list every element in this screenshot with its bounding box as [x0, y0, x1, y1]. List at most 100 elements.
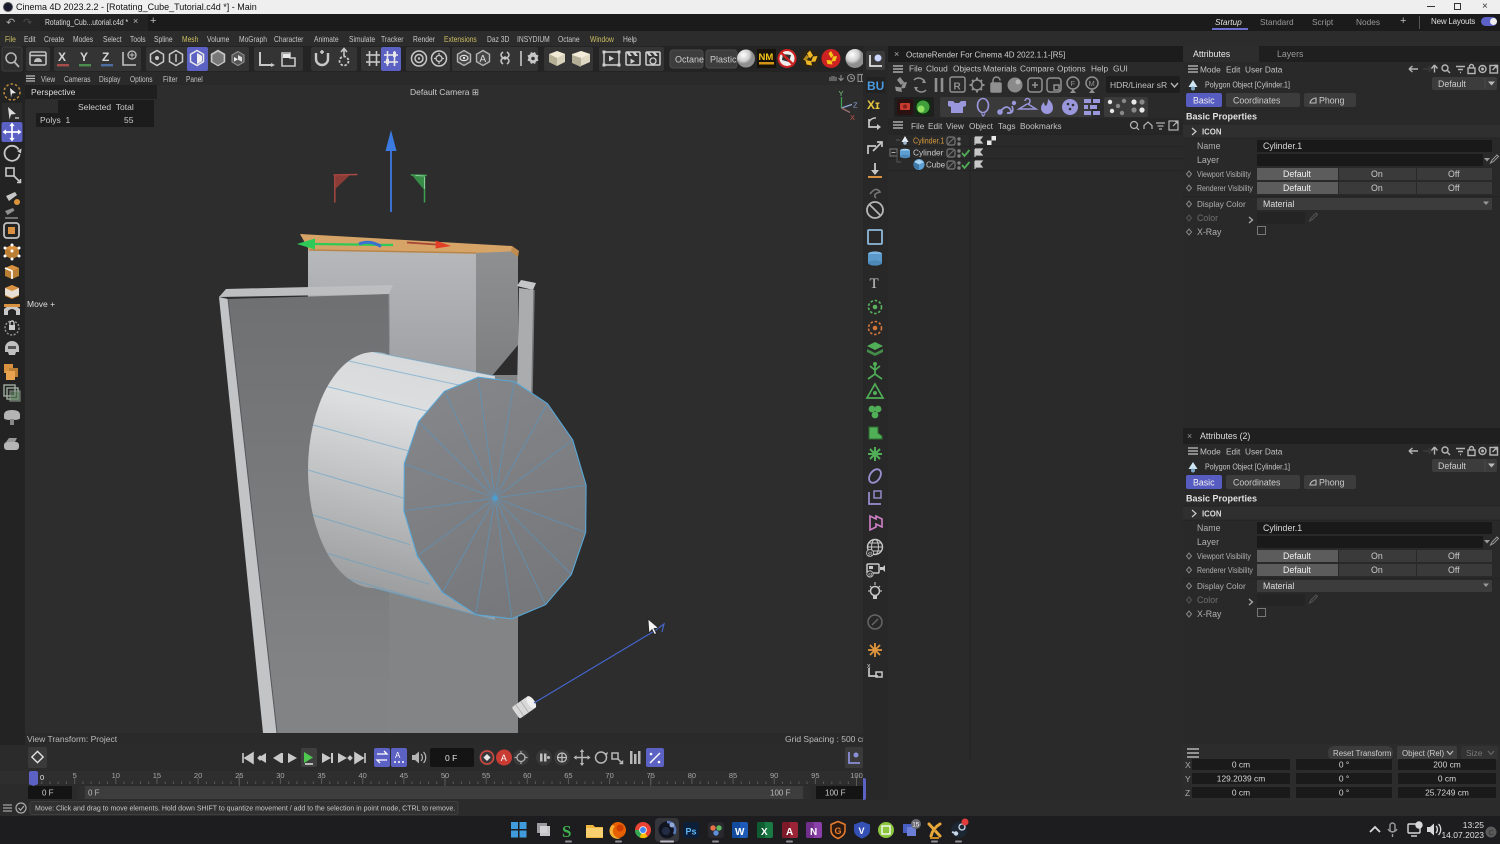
svg-text:75: 75: [647, 771, 655, 780]
svg-text:Y: Y: [1185, 774, 1191, 784]
svg-text:Reset Transform: Reset Transform: [1333, 749, 1392, 758]
svg-text:Cameras: Cameras: [64, 74, 91, 84]
svg-text:90: 90: [770, 771, 778, 780]
svg-text:x: x: [867, 663, 871, 670]
svg-text:80: 80: [688, 771, 696, 780]
svg-text:Select: Select: [103, 34, 122, 44]
svg-text:V: V: [859, 826, 865, 836]
svg-text:15: 15: [912, 822, 920, 829]
svg-text:Extensions: Extensions: [444, 34, 477, 44]
svg-text:50: 50: [441, 771, 449, 780]
svg-text:0 cm: 0 cm: [1232, 788, 1250, 798]
svg-text:GUI: GUI: [1113, 64, 1128, 74]
svg-text:A: A: [480, 54, 487, 65]
svg-text:Objects: Objects: [953, 64, 981, 74]
svg-text:Mesh: Mesh: [182, 34, 198, 44]
svg-text:100 F: 100 F: [825, 789, 846, 798]
svg-text:Off: Off: [1448, 183, 1460, 193]
svg-text:G: G: [835, 826, 842, 836]
svg-text:HDR/Linear sR: HDR/Linear sR: [1110, 80, 1167, 90]
svg-text:10: 10: [112, 771, 120, 780]
svg-text:R: R: [954, 82, 962, 93]
svg-text:Help: Help: [1091, 64, 1108, 74]
svg-text:Coordinates: Coordinates: [1233, 96, 1281, 106]
svg-text:25: 25: [235, 771, 243, 780]
svg-text:T: T: [870, 276, 879, 292]
svg-text:A: A: [501, 753, 507, 763]
svg-text:Default: Default: [1283, 169, 1311, 179]
svg-text:Compare: Compare: [1020, 64, 1055, 74]
svg-text:95: 95: [811, 771, 819, 780]
svg-text:Volume: Volume: [207, 34, 229, 44]
svg-text:0 °: 0 °: [1339, 788, 1349, 798]
svg-text:85: 85: [729, 771, 737, 780]
svg-text:Simulate: Simulate: [349, 34, 375, 44]
svg-text:Octane: Octane: [675, 55, 704, 65]
svg-text:Object (Rel): Object (Rel): [1402, 749, 1444, 758]
svg-text:X: X: [58, 50, 66, 64]
svg-text:Plastic: Plastic: [710, 55, 737, 65]
svg-text:Color: Color: [1197, 213, 1218, 223]
svg-text:ICON: ICON: [1202, 128, 1222, 137]
svg-text:Phong: Phong: [1319, 96, 1345, 106]
svg-text:Filter: Filter: [163, 74, 178, 84]
svg-text:On: On: [1371, 169, 1383, 179]
svg-text:Mode: Mode: [1200, 65, 1221, 75]
svg-text:35: 35: [317, 771, 325, 780]
svg-text:Edit: Edit: [928, 121, 943, 131]
svg-text:X: X: [850, 113, 855, 122]
svg-text:Move: Click and drag to move e: Move: Click and drag to move elements. H…: [35, 806, 455, 813]
svg-text:W: W: [735, 827, 745, 838]
svg-text:A: A: [395, 751, 401, 760]
svg-text:X: X: [761, 827, 768, 838]
svg-text:Tracker: Tracker: [381, 34, 404, 44]
svg-text:Layer: Layer: [1197, 155, 1219, 165]
svg-text:Edit: Edit: [24, 34, 36, 44]
svg-text:Xɪ: Xɪ: [867, 98, 880, 112]
svg-text:Cylinder: Cylinder: [913, 148, 944, 158]
svg-text:Daz 3D: Daz 3D: [487, 34, 510, 44]
svg-text:Window: Window: [590, 34, 614, 44]
svg-text:40: 40: [359, 771, 367, 780]
svg-text:15: 15: [153, 771, 161, 780]
svg-text:Character: Character: [274, 34, 304, 44]
svg-text:st: st: [868, 573, 873, 579]
svg-text:Options: Options: [130, 74, 153, 84]
svg-text:Create: Create: [44, 34, 64, 44]
svg-text:×: ×: [894, 49, 899, 59]
svg-text:0: 0: [40, 773, 44, 782]
svg-text:Tools: Tools: [130, 34, 146, 44]
svg-text:OctaneRender For Cinema 4D 202: OctaneRender For Cinema 4D 2022.1.1-[R5]: [906, 51, 1065, 60]
svg-text:Y: Y: [839, 89, 844, 98]
svg-text:5: 5: [73, 771, 77, 780]
svg-text:View: View: [946, 121, 965, 131]
svg-text:20: 20: [194, 771, 202, 780]
svg-text:Size: Size: [1466, 748, 1483, 758]
svg-text:File: File: [911, 121, 925, 131]
svg-text:Renderer Visibility: Renderer Visibility: [1197, 184, 1253, 194]
svg-text:14.07.2023: 14.07.2023: [1441, 830, 1484, 840]
svg-text:Material: Material: [1263, 199, 1294, 209]
svg-text:Cylinder.1: Cylinder.1: [913, 136, 944, 146]
svg-text:Animate: Animate: [314, 34, 339, 44]
svg-text:Octane: Octane: [558, 34, 580, 44]
svg-text:BU: BU: [867, 79, 884, 93]
svg-text:0 cm: 0 cm: [1438, 774, 1456, 784]
svg-text:0 F: 0 F: [445, 753, 457, 763]
svg-text:X-Ray: X-Ray: [1197, 227, 1222, 237]
svg-text:Tags: Tags: [998, 121, 1016, 131]
svg-text:N: N: [810, 827, 817, 838]
svg-text:C: C: [1489, 828, 1495, 837]
svg-text:Off: Off: [1448, 169, 1460, 179]
svg-text:X: X: [1185, 760, 1191, 770]
svg-text:100: 100: [850, 771, 863, 780]
svg-text:Edit: Edit: [1226, 65, 1241, 75]
svg-text:200 cm: 200 cm: [1433, 760, 1460, 770]
svg-text:NM: NM: [759, 52, 774, 63]
svg-text:Ps: Ps: [686, 827, 697, 837]
svg-text:Default: Default: [1438, 79, 1466, 89]
svg-text:Z: Z: [102, 50, 109, 64]
svg-text:Display: Display: [99, 74, 121, 84]
svg-text:Panel: Panel: [186, 74, 203, 84]
svg-text:Modes: Modes: [73, 34, 93, 44]
